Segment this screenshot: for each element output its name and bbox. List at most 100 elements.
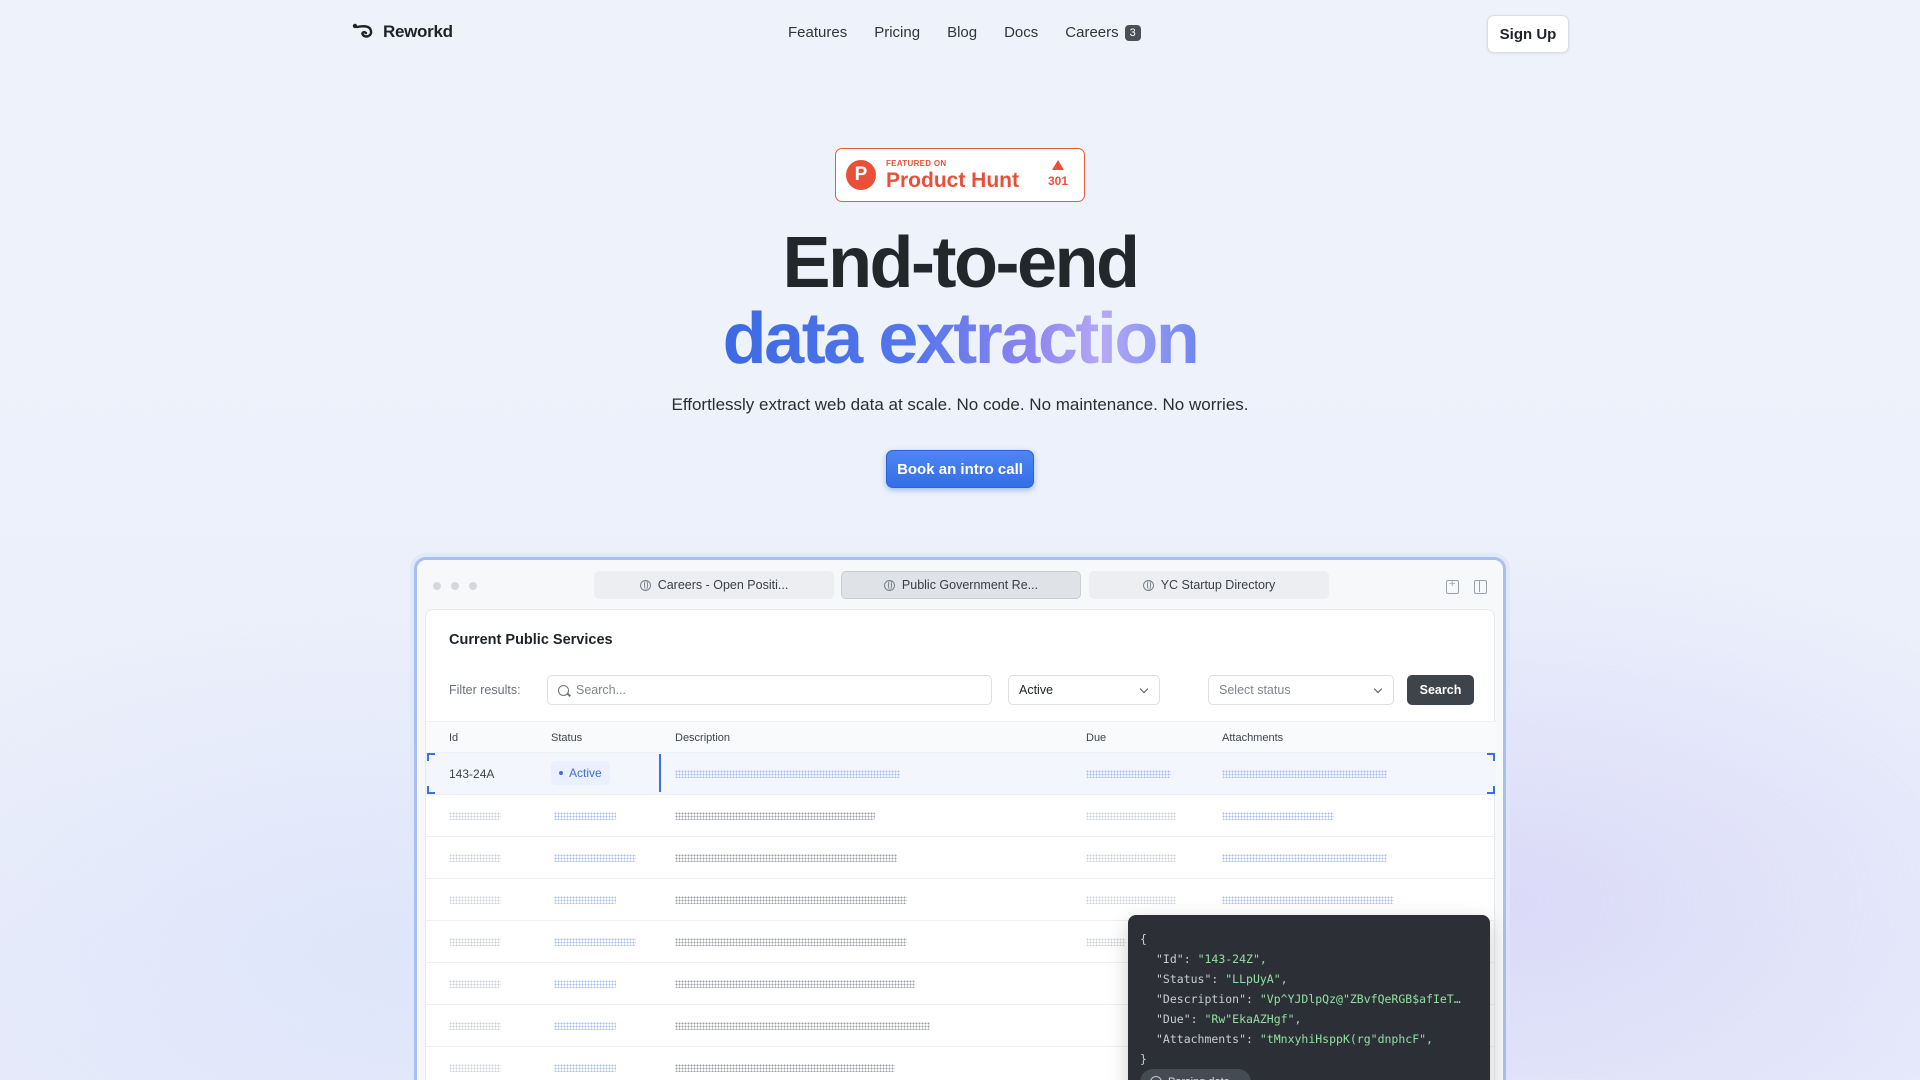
product-hunt-text: FEATURED ON Product Hunt — [886, 158, 1019, 192]
window-dot — [433, 582, 441, 590]
json-key: "Due" — [1156, 1012, 1191, 1026]
panel-title: Current Public Services — [449, 632, 613, 648]
nav-careers[interactable]: Careers 3 — [1065, 24, 1141, 41]
chevron-down-icon — [1139, 684, 1149, 694]
description-placeholder — [675, 854, 897, 862]
due-placeholder — [1086, 938, 1126, 946]
id-placeholder — [449, 854, 501, 862]
json-line-attachments: "Attachments": "tMnxyhiHsppK(rg"dnphcF", — [1156, 1032, 1433, 1046]
description-placeholder — [675, 770, 900, 778]
due-placeholder — [1086, 812, 1176, 820]
status-placeholder — [554, 896, 616, 904]
json-line-description: "Description": "Vp^YJDlpQz@"ZBvfQeRGB$af… — [1156, 992, 1461, 1006]
hero-title-line-2: data extraction — [0, 298, 1920, 380]
careers-count-badge: 3 — [1124, 24, 1141, 41]
new-tab-icon[interactable] — [1446, 578, 1459, 594]
tab-label: YC Startup Directory — [1160, 578, 1276, 592]
filter-label: Filter results: — [449, 683, 521, 697]
product-hunt-votes: 301 — [1048, 160, 1068, 188]
table-row[interactable] — [426, 795, 1496, 837]
json-line-status: "Status": "LLpUyA", — [1156, 972, 1288, 986]
brand-name: Reworkd — [383, 22, 453, 41]
status-placeholder — [554, 980, 616, 988]
tab-label: Public Government Re... — [901, 578, 1039, 592]
nav-pricing-label: Pricing — [874, 24, 921, 41]
json-value: "tMnxyhiHsppK(rg"dnphcF", — [1259, 1032, 1433, 1046]
product-hunt-name: Product Hunt — [886, 168, 1019, 192]
book-intro-call-button[interactable]: Book an intro call — [886, 450, 1034, 488]
status-placeholder — [554, 1022, 616, 1030]
selection-corner — [1487, 753, 1495, 761]
product-hunt-logo-icon: P — [846, 160, 876, 190]
due-placeholder — [1086, 896, 1176, 904]
product-hunt-featured: FEATURED ON — [886, 158, 947, 168]
status-placeholder — [554, 854, 636, 862]
nav-docs[interactable]: Docs — [1004, 24, 1038, 41]
status-badge-label: Active — [569, 766, 602, 780]
tab-careers[interactable]: Careers - Open Positi... — [594, 571, 834, 599]
nav-pricing[interactable]: Pricing — [874, 24, 920, 41]
json-output-popup: { "Id": "143-24Z", "Status": "LLpUyA", "… — [1128, 915, 1490, 1080]
tab-label: Careers - Open Positi... — [657, 578, 789, 592]
hero-title-gradient: data extraction — [722, 299, 1200, 379]
column-attachments[interactable]: Attachments — [1222, 732, 1283, 744]
row-id: 143-24A — [449, 767, 495, 781]
id-placeholder — [449, 938, 501, 946]
secondary-status-placeholder: Select status — [1219, 683, 1291, 697]
description-placeholder — [675, 1022, 930, 1030]
sign-up-button[interactable]: Sign Up — [1487, 15, 1569, 53]
nav-features[interactable]: Features — [788, 24, 847, 41]
hero-subtitle: Effortlessly extract web data at scale. … — [671, 395, 1249, 414]
search-input[interactable]: Search... — [547, 675, 992, 705]
id-placeholder — [449, 1064, 501, 1072]
window-dot — [451, 582, 459, 590]
nav-careers-label: Careers — [1065, 24, 1119, 41]
selection-corner — [427, 753, 435, 761]
sidebar-toggle-icon[interactable] — [1474, 580, 1487, 594]
status-badge: Active — [551, 761, 610, 785]
status-dot-icon — [559, 771, 563, 775]
json-key: "Id" — [1156, 952, 1184, 966]
status-placeholder — [554, 812, 616, 820]
column-id[interactable]: Id — [449, 732, 458, 744]
upvote-arrow-icon — [1051, 160, 1064, 170]
due-placeholder — [1086, 854, 1176, 862]
json-value: "Vp^YJDlpQz@"ZBvfQeRGB$afIeT… — [1259, 992, 1461, 1006]
json-line-id: "Id": "143-24Z", — [1156, 952, 1267, 966]
main-menu: Features Pricing Blog Docs Careers 3 — [788, 24, 1168, 41]
attachments-placeholder — [1222, 812, 1334, 820]
id-placeholder — [449, 1022, 501, 1030]
selection-corner — [1487, 786, 1495, 794]
reworkd-logo-icon — [352, 23, 373, 38]
tab-public-government[interactable]: Public Government Re... — [841, 571, 1081, 599]
json-close-brace: } — [1140, 1052, 1147, 1066]
text-cursor — [659, 754, 661, 792]
status-placeholder — [554, 1064, 616, 1072]
search-button[interactable]: Search — [1407, 675, 1474, 705]
table-row[interactable]: 143-24A Active — [426, 753, 1496, 795]
hero-title-line-1: End-to-end — [782, 223, 1140, 303]
table-row[interactable] — [426, 837, 1496, 879]
globe-icon — [883, 579, 895, 591]
column-description[interactable]: Description — [675, 732, 730, 744]
id-placeholder — [449, 896, 501, 904]
product-hunt-badge[interactable]: P FEATURED ON Product Hunt 301 — [835, 148, 1085, 202]
json-key: "Attachments" — [1156, 1032, 1247, 1046]
tab-yc-startup[interactable]: YC Startup Directory — [1089, 571, 1329, 599]
search-placeholder: Search... — [576, 683, 627, 697]
attachments-placeholder — [1222, 770, 1387, 778]
brand-logo[interactable]: Reworkd — [352, 22, 453, 42]
table-header: Id Status Description Due Attachments — [426, 721, 1496, 753]
due-placeholder — [1086, 770, 1171, 778]
status-select[interactable]: Active — [1008, 675, 1160, 705]
selection-corner — [427, 786, 435, 794]
json-value: "143-24Z", — [1197, 952, 1267, 966]
secondary-status-select[interactable]: Select status — [1208, 675, 1394, 705]
column-due[interactable]: Due — [1086, 732, 1106, 744]
nav-blog[interactable]: Blog — [947, 24, 977, 41]
nav-features-label: Features — [788, 24, 848, 41]
json-value: "LLpUyA", — [1225, 972, 1288, 986]
attachments-placeholder — [1222, 854, 1387, 862]
status-select-value: Active — [1019, 683, 1054, 697]
column-status[interactable]: Status — [551, 732, 582, 744]
